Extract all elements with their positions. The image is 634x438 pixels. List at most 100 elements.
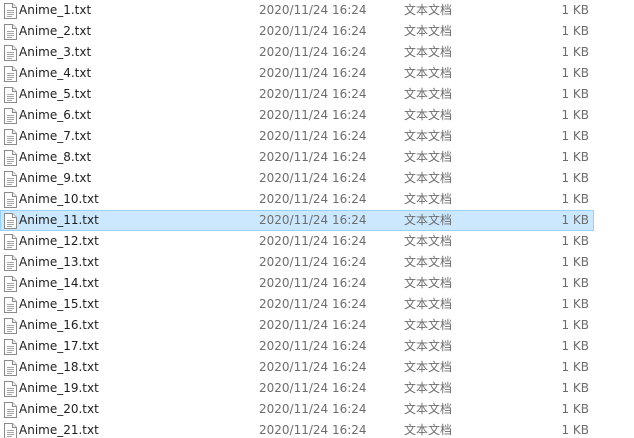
file-modified-date: 2020/11/24 16:24 — [259, 234, 367, 248]
file-name: Anime_1.txt — [19, 3, 92, 17]
file-modified-date: 2020/11/24 16:24 — [259, 129, 367, 143]
text-document-icon — [4, 129, 17, 145]
file-name: Anime_8.txt — [19, 150, 92, 164]
file-row[interactable]: Anime_2.txt 2020/11/24 16:24 文本文档 1 KB — [0, 21, 594, 42]
file-row[interactable]: Anime_9.txt 2020/11/24 16:24 文本文档 1 KB — [0, 168, 594, 189]
text-document-icon — [4, 255, 17, 271]
text-document-icon — [4, 108, 17, 124]
text-document-icon — [4, 318, 17, 334]
file-name: Anime_3.txt — [19, 45, 92, 59]
file-size: 1 KB — [561, 213, 589, 227]
file-size: 1 KB — [561, 234, 589, 248]
file-modified-date: 2020/11/24 16:24 — [259, 171, 367, 185]
file-modified-date: 2020/11/24 16:24 — [259, 108, 367, 122]
file-row[interactable]: Anime_7.txt 2020/11/24 16:24 文本文档 1 KB — [0, 126, 594, 147]
file-name: Anime_17.txt — [19, 339, 99, 353]
file-size: 1 KB — [561, 171, 589, 185]
file-name: Anime_6.txt — [19, 108, 92, 122]
file-row[interactable]: Anime_11.txt 2020/11/24 16:24 文本文档 1 KB — [0, 210, 594, 231]
file-modified-date: 2020/11/24 16:24 — [259, 423, 367, 437]
file-modified-date: 2020/11/24 16:24 — [259, 3, 367, 17]
file-name: Anime_14.txt — [19, 276, 99, 290]
file-row[interactable]: Anime_4.txt 2020/11/24 16:24 文本文档 1 KB — [0, 63, 594, 84]
file-row[interactable]: Anime_12.txt 2020/11/24 16:24 文本文档 1 KB — [0, 231, 594, 252]
file-size: 1 KB — [561, 276, 589, 290]
file-name: Anime_21.txt — [19, 423, 99, 437]
file-row[interactable]: Anime_3.txt 2020/11/24 16:24 文本文档 1 KB — [0, 42, 594, 63]
file-row[interactable]: Anime_5.txt 2020/11/24 16:24 文本文档 1 KB — [0, 84, 594, 105]
file-name: Anime_20.txt — [19, 402, 99, 416]
text-document-icon — [4, 213, 17, 229]
file-row[interactable]: Anime_1.txt 2020/11/24 16:24 文本文档 1 KB — [0, 0, 594, 21]
file-modified-date: 2020/11/24 16:24 — [259, 402, 367, 416]
file-size: 1 KB — [561, 108, 589, 122]
file-row[interactable]: Anime_19.txt 2020/11/24 16:24 文本文档 1 KB — [0, 378, 594, 399]
file-name: Anime_7.txt — [19, 129, 92, 143]
text-document-icon — [4, 402, 17, 418]
file-modified-date: 2020/11/24 16:24 — [259, 255, 367, 269]
file-size: 1 KB — [561, 87, 589, 101]
file-modified-date: 2020/11/24 16:24 — [259, 66, 367, 80]
file-row[interactable]: Anime_21.txt 2020/11/24 16:24 文本文档 1 KB — [0, 420, 594, 438]
file-size: 1 KB — [561, 45, 589, 59]
text-document-icon — [4, 297, 17, 313]
file-modified-date: 2020/11/24 16:24 — [259, 45, 367, 59]
file-name: Anime_18.txt — [19, 360, 99, 374]
file-size: 1 KB — [561, 66, 589, 80]
file-row[interactable]: Anime_8.txt 2020/11/24 16:24 文本文档 1 KB — [0, 147, 594, 168]
file-row[interactable]: Anime_10.txt 2020/11/24 16:24 文本文档 1 KB — [0, 189, 594, 210]
file-size: 1 KB — [561, 192, 589, 206]
file-row[interactable]: Anime_13.txt 2020/11/24 16:24 文本文档 1 KB — [0, 252, 594, 273]
file-name: Anime_11.txt — [19, 213, 99, 227]
file-type: 文本文档 — [404, 24, 453, 38]
file-name: Anime_19.txt — [19, 381, 99, 395]
text-document-icon — [4, 423, 17, 438]
file-type: 文本文档 — [404, 3, 453, 17]
file-size: 1 KB — [561, 360, 589, 374]
file-name: Anime_5.txt — [19, 87, 92, 101]
file-row[interactable]: Anime_15.txt 2020/11/24 16:24 文本文档 1 KB — [0, 294, 594, 315]
text-document-icon — [4, 234, 17, 250]
file-type: 文本文档 — [404, 171, 453, 185]
file-type: 文本文档 — [404, 360, 453, 374]
file-modified-date: 2020/11/24 16:24 — [259, 339, 367, 353]
file-modified-date: 2020/11/24 16:24 — [259, 381, 367, 395]
file-row[interactable]: Anime_18.txt 2020/11/24 16:24 文本文档 1 KB — [0, 357, 594, 378]
file-row[interactable]: Anime_20.txt 2020/11/24 16:24 文本文档 1 KB — [0, 399, 594, 420]
file-size: 1 KB — [561, 150, 589, 164]
text-document-icon — [4, 3, 17, 19]
file-size: 1 KB — [561, 402, 589, 416]
file-type: 文本文档 — [404, 87, 453, 101]
file-name: Anime_12.txt — [19, 234, 99, 248]
file-size: 1 KB — [561, 318, 589, 332]
file-type: 文本文档 — [404, 255, 453, 269]
file-size: 1 KB — [561, 297, 589, 311]
file-size: 1 KB — [561, 129, 589, 143]
file-type: 文本文档 — [404, 402, 453, 416]
text-document-icon — [4, 360, 17, 376]
text-document-icon — [4, 276, 17, 292]
file-row[interactable]: Anime_6.txt 2020/11/24 16:24 文本文档 1 KB — [0, 105, 594, 126]
file-type: 文本文档 — [404, 381, 453, 395]
text-document-icon — [4, 171, 17, 187]
text-document-icon — [4, 45, 17, 61]
file-name: Anime_9.txt — [19, 171, 92, 185]
file-type: 文本文档 — [404, 234, 453, 248]
file-type: 文本文档 — [404, 339, 453, 353]
file-size: 1 KB — [561, 423, 589, 437]
file-row[interactable]: Anime_17.txt 2020/11/24 16:24 文本文档 1 KB — [0, 336, 594, 357]
file-modified-date: 2020/11/24 16:24 — [259, 297, 367, 311]
text-document-icon — [4, 66, 17, 82]
file-modified-date: 2020/11/24 16:24 — [259, 192, 367, 206]
file-name: Anime_10.txt — [19, 192, 99, 206]
text-document-icon — [4, 150, 17, 166]
file-modified-date: 2020/11/24 16:24 — [259, 87, 367, 101]
file-modified-date: 2020/11/24 16:24 — [259, 360, 367, 374]
file-size: 1 KB — [561, 339, 589, 353]
file-row[interactable]: Anime_14.txt 2020/11/24 16:24 文本文档 1 KB — [0, 273, 594, 294]
text-document-icon — [4, 339, 17, 355]
file-type: 文本文档 — [404, 129, 453, 143]
file-modified-date: 2020/11/24 16:24 — [259, 318, 367, 332]
file-size: 1 KB — [561, 381, 589, 395]
file-row[interactable]: Anime_16.txt 2020/11/24 16:24 文本文档 1 KB — [0, 315, 594, 336]
